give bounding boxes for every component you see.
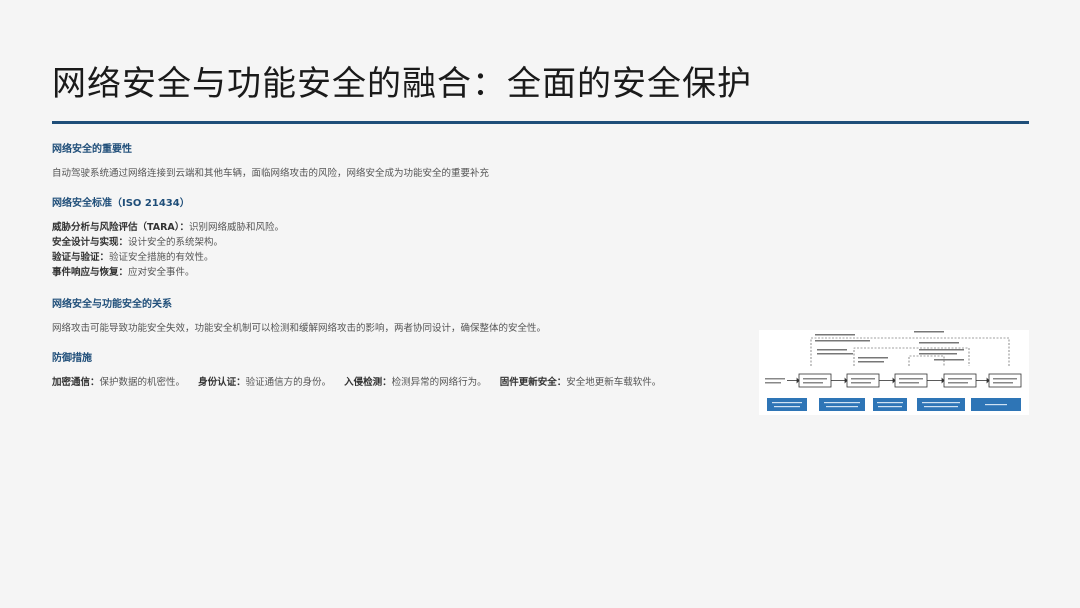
section-text-relation: 网络攻击可能导致功能安全失效，功能安全机制可以检测和缓解网络攻击的影响，两者协同… xyxy=(52,323,547,334)
defense-item-label: 加密通信： xyxy=(52,377,100,388)
standard-item-label: 威胁分析与风险评估（TARA）： xyxy=(52,222,190,233)
section-heading-standard: 网络安全标准（ISO 21434） xyxy=(52,198,190,209)
standard-item-label: 事件响应与恢复： xyxy=(52,267,129,278)
defense-item-text: 验证通信方的身份。 xyxy=(245,377,332,388)
defense-item-text: 保护数据的机密性。 xyxy=(99,377,186,388)
standard-item-text: 验证安全措施的有效性。 xyxy=(109,252,214,263)
defense-measures: 加密通信：保护数据的机密性。 身份认证：验证通信方的身份。 入侵检测：检测异常的… xyxy=(52,374,661,388)
section-text-importance: 自动驾驶系统通过网络连接到云端和其他车辆，面临网络攻击的风险，网络安全成为功能安… xyxy=(52,168,490,179)
standard-item: 安全设计与实现：设计安全的系统架构。 xyxy=(52,234,223,248)
section-heading-relation: 网络安全与功能安全的关系 xyxy=(52,299,172,310)
title-divider xyxy=(52,121,1029,124)
defense-item-text: 检测异常的网络行为。 xyxy=(391,377,487,388)
standard-item: 验证与验证：验证安全措施的有效性。 xyxy=(52,249,214,263)
defense-item-text: 安全地更新车载软件。 xyxy=(566,377,662,388)
defense-item-label: 固件更新安全： xyxy=(499,377,567,388)
section-heading-importance: 网络安全的重要性 xyxy=(52,144,132,155)
standard-item-text: 设计安全的系统架构。 xyxy=(128,237,224,248)
defense-item-label: 入侵检测： xyxy=(344,377,392,388)
defense-item-label: 身份认证： xyxy=(198,377,246,388)
standard-item-label: 验证与验证： xyxy=(52,252,110,263)
section-heading-defense: 防御措施 xyxy=(52,353,92,364)
standard-item-text: 识别网络威胁和风险。 xyxy=(189,222,285,233)
standard-item-label: 安全设计与实现： xyxy=(52,237,129,248)
standard-item: 威胁分析与风险评估（TARA）：识别网络威胁和风险。 xyxy=(52,219,284,233)
standard-item: 事件响应与恢复：应对安全事件。 xyxy=(52,264,195,278)
page-title: 网络安全与功能安全的融合：全面的安全保护 xyxy=(52,64,752,104)
process-diagram xyxy=(765,331,1022,411)
standard-item-text: 应对安全事件。 xyxy=(128,267,195,278)
process-diagram-image xyxy=(759,330,1029,415)
